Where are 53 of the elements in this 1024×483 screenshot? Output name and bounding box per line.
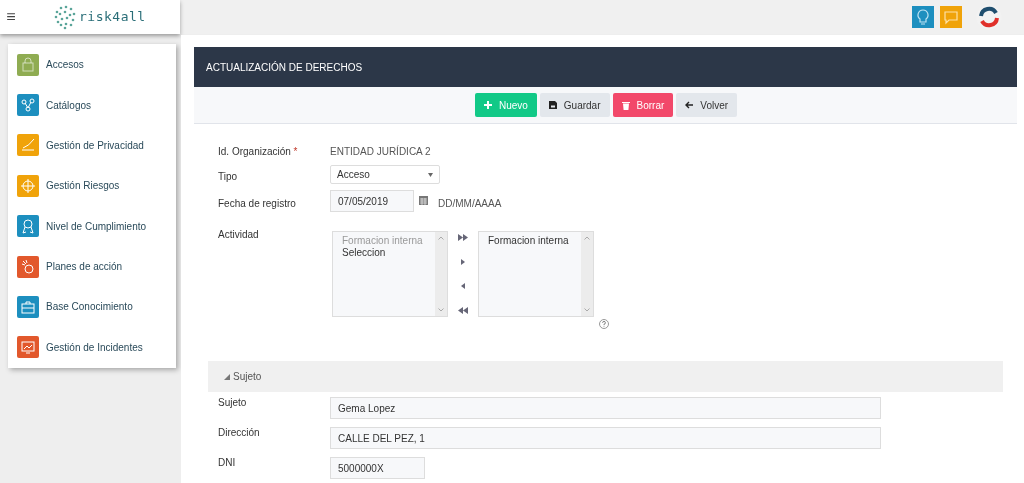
text-field[interactable]: CALLE DEL PEZ, 1	[330, 427, 881, 449]
calendar-icon[interactable]	[419, 195, 428, 205]
sidebar-item[interactable]: Accesos	[17, 53, 176, 77]
trash-icon	[621, 100, 630, 110]
sidebar-item[interactable]: Base Conocimiento	[17, 295, 176, 319]
chat-icon[interactable]	[940, 6, 962, 28]
text-field[interactable]: Gema Lopez	[330, 397, 881, 419]
dropdown-caret-icon	[428, 172, 433, 177]
scroll-up-icon[interactable]	[438, 236, 444, 240]
field-label: Actividad	[218, 228, 260, 242]
scrollbar[interactable]	[435, 232, 447, 316]
scroll-down-icon[interactable]	[584, 308, 590, 312]
scroll-down-icon[interactable]	[438, 308, 444, 312]
plus-icon	[483, 101, 492, 109]
move-left-icon[interactable]	[461, 283, 465, 289]
selected-list[interactable]: Formacion interna	[478, 231, 594, 317]
logo-text: risk4all	[79, 8, 146, 27]
lightbulb-icon[interactable]	[912, 6, 934, 28]
type-dropdown[interactable]: Acceso	[330, 165, 440, 184]
back-button[interactable]: Volver	[676, 93, 738, 117]
menu-icon[interactable]: ≡	[0, 5, 22, 29]
panel-title: ACTUALIZACIÓN DE DERECHOS	[206, 60, 363, 75]
save-button[interactable]: Guardar	[539, 93, 610, 117]
help-icon[interactable]	[599, 319, 609, 329]
list-option[interactable]: Seleccion	[342, 247, 435, 259]
sidebar-item[interactable]: Nivel de Cumplimiento	[17, 214, 176, 238]
sidebar-item[interactable]: Gestión de Privacidad	[17, 133, 176, 158]
field-label: Sujeto	[218, 396, 248, 410]
date-format-hint: DD/MM/AAAA	[438, 197, 502, 211]
move-all-right-icon[interactable]	[458, 234, 468, 241]
field-label: DNI	[218, 456, 237, 470]
move-right-icon[interactable]	[461, 259, 465, 265]
scroll-up-icon[interactable]	[584, 236, 590, 240]
field-label: Dirección	[218, 426, 261, 440]
delete-button[interactable]: Borrar	[612, 93, 674, 117]
save-icon	[548, 101, 557, 109]
field-label: Fecha de registro	[218, 197, 297, 211]
back-arrow-icon	[685, 101, 694, 109]
sync-icon[interactable]	[976, 4, 1002, 30]
text-field[interactable]: 5000000X	[330, 457, 425, 479]
field-label: Id. Organización *	[218, 145, 299, 159]
move-all-left-icon[interactable]	[458, 307, 468, 314]
logo-icon	[52, 4, 78, 30]
sidebar-item[interactable]: Planes de acción	[17, 254, 176, 279]
field-label: Tipo	[218, 170, 239, 184]
sidebar-item[interactable]: Gestión de Incidentes	[17, 335, 176, 359]
field-value: ENTIDAD JURÍDICA 2	[330, 144, 431, 159]
scrollbar[interactable]	[581, 232, 593, 316]
section-header[interactable]: Sujeto	[208, 361, 1003, 392]
sidebar-item[interactable]: Catálogos	[17, 93, 176, 117]
list-option[interactable]: Formacion interna	[488, 235, 581, 247]
sidebar-item[interactable]: Gestión Riesgos	[17, 174, 176, 198]
date-field[interactable]: 07/05/2019	[330, 190, 414, 212]
